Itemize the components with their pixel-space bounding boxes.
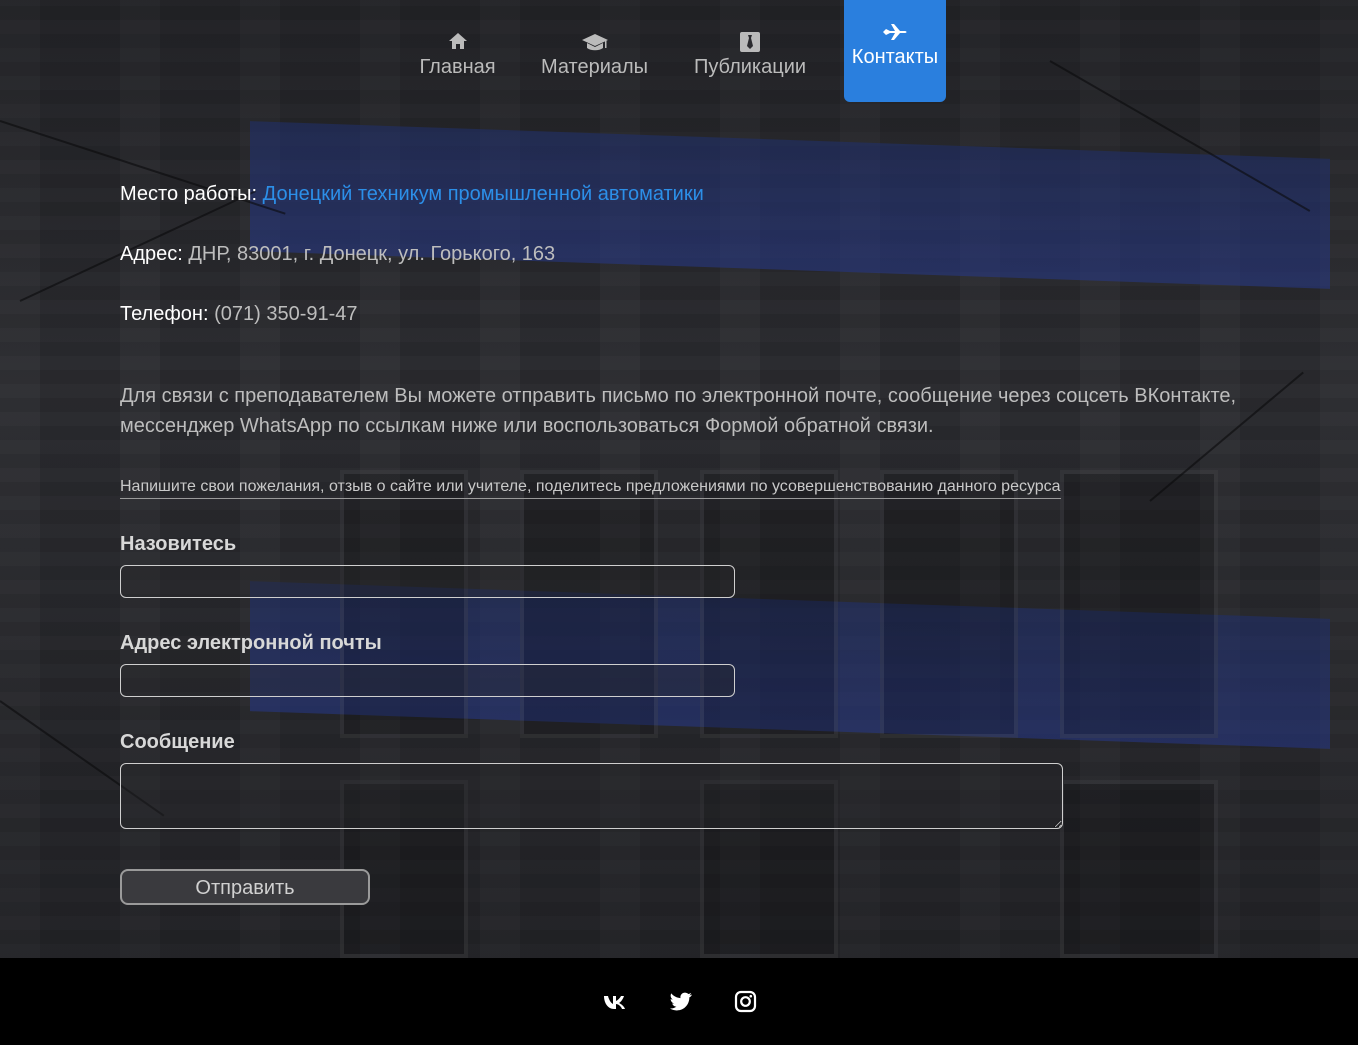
plane-icon [844,22,946,44]
tie-icon [684,32,816,54]
name-field[interactable] [120,565,735,598]
address-value: ДНР, 83001, г. Донецк, ул. Горького, 163 [188,243,556,265]
nav-item-publications[interactable]: Публикации [684,0,816,102]
submit-button[interactable]: Отправить [120,869,370,905]
work-label: Место работы: [120,183,258,205]
window [1060,470,1218,738]
footer [0,958,1358,1045]
address: Адрес: ДНР, 83001, г. Донецк, ул. Горько… [120,243,555,266]
nav-item-label: Материалы [540,56,649,78]
graduation-cap-icon [531,32,658,54]
work-link[interactable]: Донецкий техникум промышленной автоматик… [263,183,704,205]
name-label: Назовитесь [120,533,237,555]
twitter-icon[interactable] [668,988,696,1016]
window [880,470,1018,738]
nav-item-label: Контакты [851,46,939,68]
nav-item-materials[interactable]: Материалы [531,0,658,102]
instagram-icon[interactable] [732,988,760,1016]
nav-item-label: Публикации [693,56,807,78]
phone: Телефон: (071) 350-91-47 [120,303,358,326]
phone-label: Телефон: [120,303,209,325]
address-label: Адрес: [120,243,183,265]
email-label: Адрес электронной почты [120,632,382,654]
message-field[interactable] [120,763,1063,829]
nav-item-label: Главная [419,56,496,78]
work-place: Место работы: Донецкий техникум промышле… [120,183,704,206]
window [1060,780,1218,958]
email-field[interactable] [120,664,735,697]
message-label: Сообщение [120,731,235,753]
home-icon [410,32,505,54]
window [340,470,468,738]
contact-description: Для связи с преподавателем Вы можете отп… [120,385,1237,437]
vk-icon[interactable] [602,988,630,1016]
window [520,470,658,738]
window [700,470,838,738]
form-hint: Напишите свои пожелания, отзыв о сайте и… [120,478,1061,499]
phone-value: (071) 350-91-47 [214,303,358,325]
nav-item-contacts[interactable]: Контакты [844,0,946,102]
nav-item-home[interactable]: Главная [410,0,505,102]
main-nav: Главная Материалы Публикации Контакты [0,0,1358,102]
